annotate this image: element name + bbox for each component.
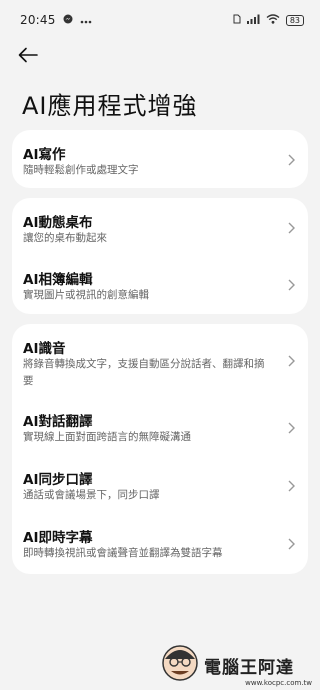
item-title: AI動態桌布 — [23, 215, 93, 231]
status-time: 20:45 — [20, 13, 56, 27]
item-title: AI寫作 — [23, 147, 66, 163]
settings-card-voice: AI識音 將錄音轉換成文字，支援自動區分說話者、翻譯和摘 要 AI對話翻譯 實現… — [12, 324, 308, 574]
chevron-right-icon — [286, 478, 296, 492]
item-subtitle: 隨時輕鬆創作或處理文字 — [23, 164, 139, 176]
item-title: AI識音 — [23, 341, 66, 357]
item-title: AI相簿編輯 — [23, 272, 93, 288]
chevron-right-icon — [286, 536, 296, 550]
settings-card-writing: AI寫作 隨時輕鬆創作或處理文字 — [12, 130, 308, 188]
page-title: AI應用程式增強 — [22, 92, 198, 120]
chevron-right-icon — [286, 420, 296, 434]
item-subtitle: 實現圖片或視訊的創意編輯 — [23, 289, 149, 301]
setting-item-ai-album-edit[interactable]: AI相簿編輯 實現圖片或視訊的創意編輯 — [12, 256, 308, 314]
mascot-logo-icon — [160, 643, 200, 687]
item-subtitle: 實現線上面對面跨語言的無障礙溝通 — [23, 431, 191, 443]
back-button[interactable] — [18, 44, 48, 70]
more-dots-icon — [80, 13, 92, 27]
setting-item-ai-simultaneous-interpretation[interactable]: AI同步口譯 通話或會議場景下，同步口譯 — [12, 458, 308, 516]
watermark: 電腦王阿達 www.kocpc.com.tw — [160, 640, 320, 690]
item-title: AI同步口譯 — [23, 472, 93, 488]
messenger-icon — [63, 13, 73, 27]
chevron-right-icon — [286, 277, 296, 291]
signal-icon — [246, 13, 260, 27]
item-subtitle: 即時轉換視訊或會議聲音並翻譯為雙語字幕 — [23, 547, 223, 559]
item-subtitle: 通話或會議場景下，同步口譯 — [23, 489, 160, 501]
status-bar: 20:45 83 — [0, 0, 320, 40]
item-subtitle-line1: 將錄音轉換成文字，支援自動區分說話者、翻譯和摘 — [23, 358, 265, 370]
battery-level: 83 — [289, 15, 300, 25]
item-subtitle-line2: 要 — [23, 375, 34, 387]
chevron-right-icon — [286, 220, 296, 234]
setting-item-ai-live-wallpaper[interactable]: AI動態桌布 讓您的桌布動起來 — [12, 198, 308, 256]
setting-item-ai-live-caption[interactable]: AI即時字幕 即時轉換視訊或會議聲音並翻譯為雙語字幕 — [12, 516, 308, 574]
setting-item-ai-writing[interactable]: AI寫作 隨時輕鬆創作或處理文字 — [12, 130, 308, 188]
setting-item-ai-conversation-translate[interactable]: AI對話翻譯 實現線上面對面跨語言的無障礙溝通 — [12, 400, 308, 458]
sim-icon — [233, 13, 241, 27]
chevron-right-icon — [286, 353, 296, 367]
watermark-text: 電腦王阿達 — [204, 657, 294, 678]
battery-icon: 83 — [285, 14, 304, 26]
back-arrow-icon — [18, 47, 38, 67]
item-title: AI對話翻譯 — [23, 414, 93, 430]
setting-item-ai-voice-recognition[interactable]: AI識音 將錄音轉換成文字，支援自動區分說話者、翻譯和摘 要 — [12, 324, 308, 394]
settings-card-visual: AI動態桌布 讓您的桌布動起來 AI相簿編輯 實現圖片或視訊的創意編輯 — [12, 198, 308, 314]
wifi-icon — [266, 13, 280, 27]
watermark-url: www.kocpc.com.tw — [245, 679, 312, 687]
chevron-right-icon — [286, 152, 296, 166]
item-title: AI即時字幕 — [23, 530, 93, 546]
item-subtitle: 讓您的桌布動起來 — [23, 232, 107, 244]
